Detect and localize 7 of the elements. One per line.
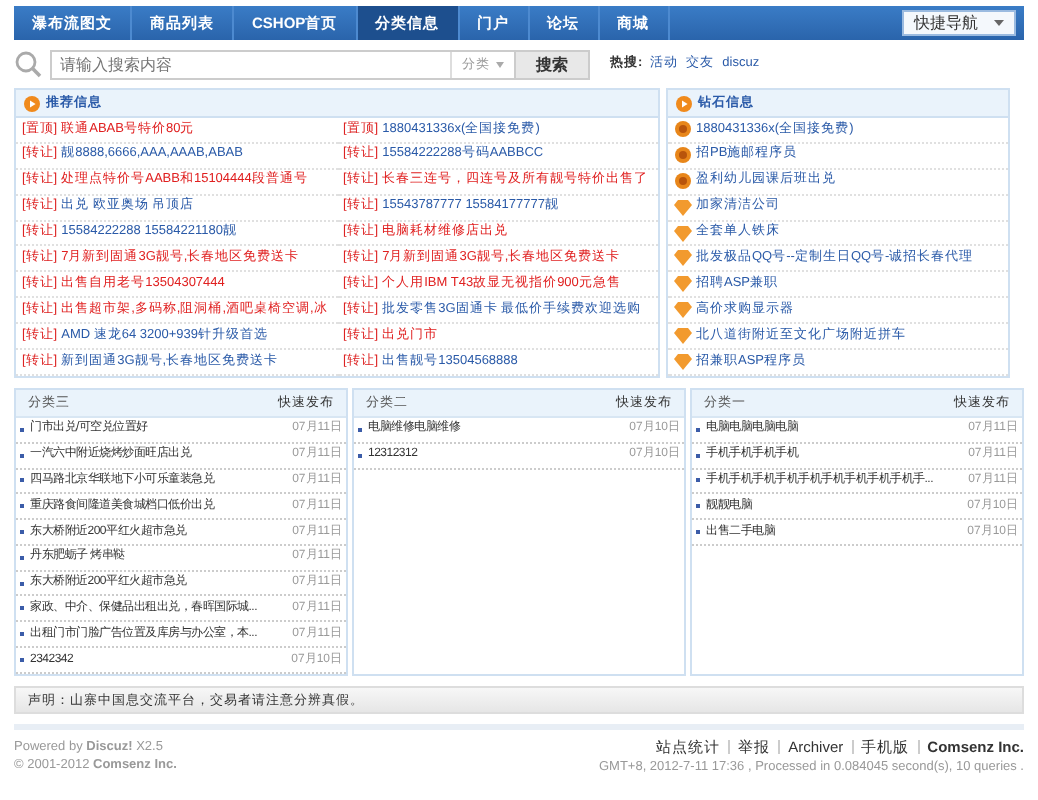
- search-button[interactable]: 搜索: [514, 51, 588, 77]
- search-icon: [14, 50, 42, 78]
- section-icon: [676, 95, 692, 111]
- section-icon: [24, 95, 40, 111]
- caret-icon: [496, 61, 504, 67]
- caret-icon: [994, 20, 1004, 26]
- quick-nav-button[interactable]: 快捷导航: [902, 10, 1016, 36]
